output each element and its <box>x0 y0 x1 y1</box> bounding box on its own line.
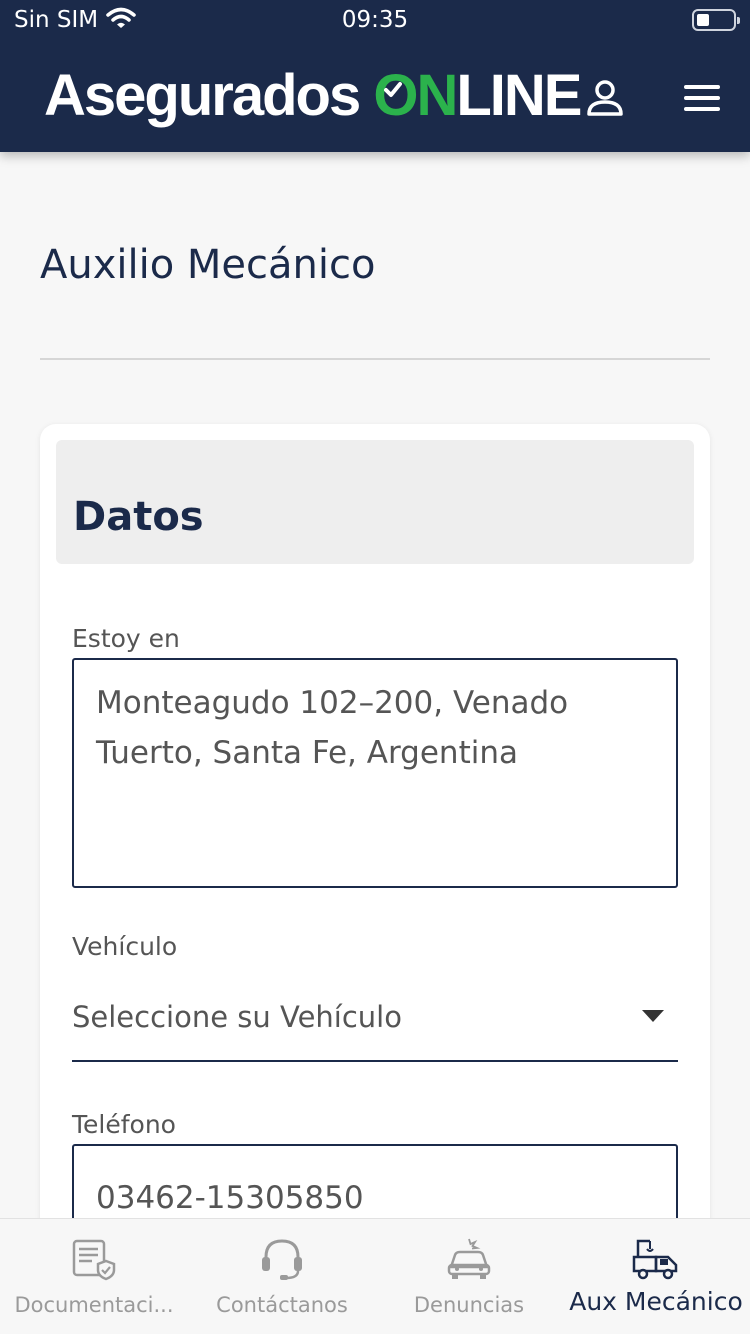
tab-label: Documentaci... <box>14 1293 174 1317</box>
tab-contactanos[interactable]: Contáctanos <box>188 1219 376 1334</box>
app-logo[interactable]: Asegurados O NLINE <box>44 62 582 128</box>
car-crash-icon <box>447 1238 491 1279</box>
location-textarea[interactable]: Monteagudo 102–200, Venado Tuerto, Santa… <box>74 660 676 886</box>
user-icon[interactable] <box>585 78 625 118</box>
bottom-tab-bar: Documentaci... Contáctanos Denuncias Aux… <box>0 1218 750 1334</box>
logo-letter-n: N <box>416 63 458 128</box>
tab-label: Contáctanos <box>216 1293 348 1317</box>
location-label: Estoy en <box>72 624 180 653</box>
logo-text-asegurados: Asegurados <box>44 63 361 128</box>
section-title: Datos <box>73 494 204 540</box>
tab-documentacion[interactable]: Documentaci... <box>0 1219 188 1334</box>
page-title: Auxilio Mecánico <box>40 242 376 288</box>
form-card: Datos Estoy en Monteagudo 102–200, Venad… <box>40 424 710 1284</box>
tow-truck-icon <box>632 1239 678 1280</box>
tab-label: Denuncias <box>413 1293 525 1317</box>
divider <box>40 358 710 360</box>
card-header: Datos <box>56 440 694 564</box>
tab-label: Aux Mecánico <box>569 1287 743 1316</box>
tab-aux-mecanico[interactable]: Aux Mecánico <box>562 1219 750 1334</box>
logo-text-line: LINE <box>456 63 582 128</box>
vehicle-select[interactable]: Seleccione su Vehículo <box>72 990 678 1062</box>
check-icon <box>384 82 403 97</box>
vehicle-select-value: Seleccione su Vehículo <box>72 1000 402 1034</box>
headset-icon <box>262 1239 302 1280</box>
logo-letter-o: O <box>373 63 418 128</box>
phone-label: Teléfono <box>72 1110 176 1139</box>
status-time: 09:35 <box>341 7 409 33</box>
vehicle-label: Vehículo <box>72 932 178 961</box>
battery-icon <box>692 9 740 31</box>
tab-denuncias[interactable]: Denuncias <box>376 1219 562 1334</box>
status-bar: Sin SIM 09:35 <box>0 0 750 40</box>
hamburger-menu-icon[interactable] <box>682 82 722 114</box>
document-shield-icon <box>72 1239 116 1281</box>
location-field[interactable]: Monteagudo 102–200, Venado Tuerto, Santa… <box>72 658 678 888</box>
chevron-down-icon <box>642 1010 664 1022</box>
app-header: Sin SIM 09:35 Asegurados O NLINE <box>0 0 750 152</box>
